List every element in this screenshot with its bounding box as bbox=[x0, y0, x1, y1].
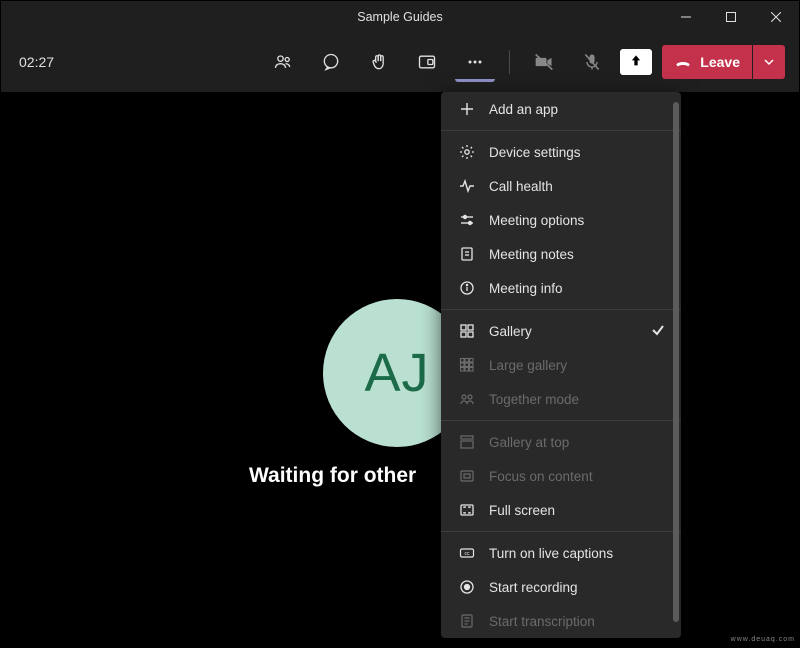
meeting-timer: 02:27 bbox=[19, 54, 54, 70]
mic-off-icon bbox=[582, 52, 602, 72]
plus-icon bbox=[459, 101, 475, 117]
mic-button[interactable] bbox=[572, 42, 612, 82]
maximize-icon bbox=[726, 12, 736, 22]
rooms-icon bbox=[417, 52, 437, 72]
leave-caret-button[interactable] bbox=[753, 45, 785, 79]
more-actions-button[interactable] bbox=[455, 42, 495, 82]
gallery-icon bbox=[459, 323, 475, 339]
menu-device-settings[interactable]: Device settings bbox=[441, 135, 681, 169]
reactions-button[interactable] bbox=[359, 42, 399, 82]
camera-off-icon bbox=[534, 52, 554, 72]
more-actions-menu: Add an app Device settings Call health M… bbox=[441, 92, 681, 638]
menu-start-recording[interactable]: Start recording bbox=[441, 570, 681, 604]
menu-label: Meeting notes bbox=[489, 247, 574, 262]
menu-meeting-notes[interactable]: Meeting notes bbox=[441, 237, 681, 271]
toolbar-separator bbox=[509, 50, 510, 74]
record-icon bbox=[459, 579, 475, 595]
fullscreen-icon bbox=[459, 502, 475, 518]
menu-label: Start recording bbox=[489, 580, 578, 595]
menu-call-health[interactable]: Call health bbox=[441, 169, 681, 203]
menu-divider bbox=[441, 130, 681, 131]
svg-text:cc: cc bbox=[465, 551, 471, 557]
menu-live-captions[interactable]: cc Turn on live captions bbox=[441, 536, 681, 570]
minimize-icon bbox=[681, 12, 691, 22]
menu-label: Add an app bbox=[489, 102, 558, 117]
menu-label: Meeting info bbox=[489, 281, 563, 296]
people-button[interactable] bbox=[263, 42, 303, 82]
menu-label: Call health bbox=[489, 179, 553, 194]
avatar-initials: AJ bbox=[364, 342, 429, 404]
leave-label: Leave bbox=[700, 54, 740, 70]
waiting-text: Waiting for other bbox=[249, 464, 416, 488]
menu-meeting-options[interactable]: Meeting options bbox=[441, 203, 681, 237]
menu-label: Device settings bbox=[489, 145, 581, 160]
menu-label: Meeting options bbox=[489, 213, 584, 228]
menu-gallery-at-top: Gallery at top bbox=[441, 425, 681, 459]
sliders-icon bbox=[459, 212, 475, 228]
share-button[interactable] bbox=[620, 49, 652, 75]
menu-label: Together mode bbox=[489, 392, 579, 407]
notes-icon bbox=[459, 246, 475, 262]
menu-focus-content: Focus on content bbox=[441, 459, 681, 493]
leave-group: Leave bbox=[662, 45, 785, 79]
menu-label: Gallery at top bbox=[489, 435, 569, 450]
gear-icon bbox=[459, 144, 475, 160]
leave-button[interactable]: Leave bbox=[662, 45, 752, 79]
menu-divider bbox=[441, 420, 681, 421]
pulse-icon bbox=[459, 178, 475, 194]
menu-full-screen[interactable]: Full screen bbox=[441, 493, 681, 527]
chat-icon bbox=[321, 52, 341, 72]
people-icon bbox=[273, 52, 293, 72]
transcript-icon bbox=[459, 613, 475, 629]
check-icon bbox=[651, 323, 665, 340]
menu-add-app[interactable]: Add an app bbox=[441, 92, 681, 126]
large-gallery-icon bbox=[459, 357, 475, 373]
window-title: Sample Guides bbox=[357, 10, 442, 24]
raise-hand-icon bbox=[369, 52, 389, 72]
menu-label: Focus on content bbox=[489, 469, 593, 484]
focus-icon bbox=[459, 468, 475, 484]
hangup-icon bbox=[674, 53, 692, 71]
menu-label: Full screen bbox=[489, 503, 555, 518]
menu-start-transcription: Start transcription bbox=[441, 604, 681, 638]
rooms-button[interactable] bbox=[407, 42, 447, 82]
menu-meeting-info[interactable]: Meeting info bbox=[441, 271, 681, 305]
cc-icon: cc bbox=[459, 545, 475, 561]
minimize-button[interactable] bbox=[663, 1, 708, 32]
more-icon bbox=[465, 52, 485, 72]
gallery-top-icon bbox=[459, 434, 475, 450]
app-window: Sample Guides 02:27 bbox=[0, 0, 800, 648]
chat-button[interactable] bbox=[311, 42, 351, 82]
menu-gallery[interactable]: Gallery bbox=[441, 314, 681, 348]
menu-label: Large gallery bbox=[489, 358, 567, 373]
menu-large-gallery: Large gallery bbox=[441, 348, 681, 382]
close-icon bbox=[771, 12, 781, 22]
menu-label: Gallery bbox=[489, 324, 532, 339]
menu-divider bbox=[441, 309, 681, 310]
together-icon bbox=[459, 391, 475, 407]
window-controls bbox=[663, 1, 798, 32]
titlebar: Sample Guides bbox=[1, 1, 799, 32]
menu-divider bbox=[441, 531, 681, 532]
meeting-toolbar: 02:27 bbox=[1, 32, 799, 92]
menu-together-mode: Together mode bbox=[441, 382, 681, 416]
menu-label: Start transcription bbox=[489, 614, 595, 629]
info-icon bbox=[459, 280, 475, 296]
menu-label: Turn on live captions bbox=[489, 546, 613, 561]
camera-button[interactable] bbox=[524, 42, 564, 82]
maximize-button[interactable] bbox=[708, 1, 753, 32]
share-icon bbox=[626, 52, 646, 72]
watermark: www.deuaq.com bbox=[731, 636, 795, 643]
chevron-down-icon bbox=[764, 57, 774, 67]
close-button[interactable] bbox=[753, 1, 798, 32]
